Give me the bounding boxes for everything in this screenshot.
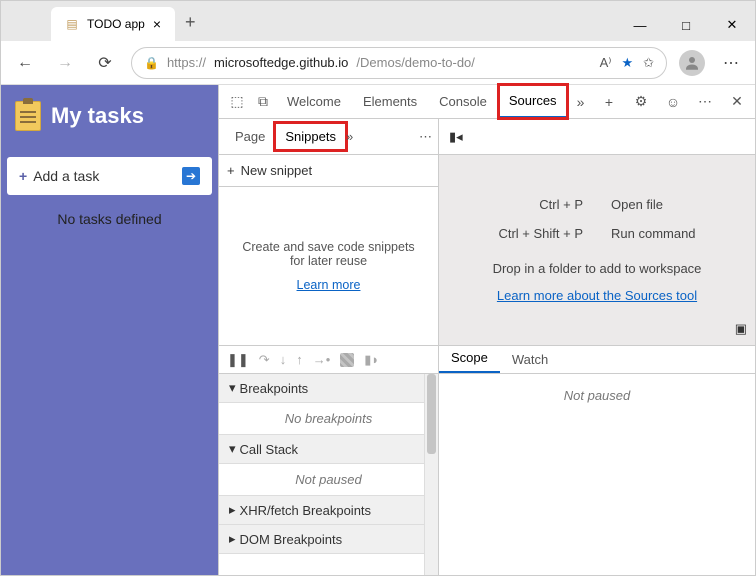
scope-not-paused: Not paused	[439, 374, 755, 575]
close-devtools-icon[interactable]: ✕	[725, 93, 749, 110]
learn-sources-link[interactable]: Learn more about the Sources tool	[497, 288, 697, 303]
tab-strip: ▤ TODO app × +	[1, 1, 206, 41]
back-button[interactable]: ←	[11, 49, 39, 77]
devtools-tabbar: ⬚ ⧉ Welcome Elements Console Sources » +…	[219, 85, 755, 119]
lbl-open-file: Open file	[611, 197, 696, 212]
app-pane: My tasks + Add a task ➔ No tasks defined	[1, 85, 218, 575]
refresh-button[interactable]: ⟳	[91, 49, 119, 77]
address-bar[interactable]: 🔒 https:// microsoftedge.github.io/Demos/…	[131, 47, 667, 79]
snippet-hint: Create and save code snippets for later …	[237, 240, 420, 268]
address-row: ← → ⟳ 🔒 https:// microsoftedge.github.io /…	[1, 41, 755, 85]
more-tabs-icon[interactable]: »	[569, 94, 593, 110]
debugger-toolbar: ❚❚ ↷ ↓ ↑ →• ▮◗	[219, 346, 438, 374]
debugger-right: Scope Watch Not paused	[439, 346, 755, 575]
sources-right-pane: ▮◂ Ctrl + P Open file Ctrl + Shift + P R…	[439, 119, 755, 345]
scope-tabs: Scope Watch	[439, 346, 755, 374]
settings-icon[interactable]: ⚙	[629, 93, 653, 110]
inspect-icon[interactable]: ⬚	[225, 93, 249, 110]
learn-more-link[interactable]: Learn more	[297, 278, 361, 292]
debugger-panel: ❚❚ ↷ ↓ ↑ →• ▮◗ ▾ Breakpoints No breakpoi…	[219, 345, 755, 575]
tab-console[interactable]: Console	[429, 86, 497, 117]
read-aloud-icon[interactable]: A⁾	[600, 55, 612, 71]
tab-watch[interactable]: Watch	[500, 346, 560, 373]
pause-exceptions-icon[interactable]: ▮◗	[364, 352, 379, 368]
debugger-left: ❚❚ ↷ ↓ ↑ →• ▮◗ ▾ Breakpoints No breakpoi…	[219, 346, 439, 575]
sources-left-pane: Page Snippets » ⋯ + New snippet Create a…	[219, 119, 439, 345]
deactivate-bp-icon[interactable]	[340, 353, 354, 367]
tab-snippets[interactable]: Snippets	[275, 123, 346, 150]
step-over-icon[interactable]: ↷	[259, 352, 270, 368]
no-breakpoints-label: No breakpoints	[219, 403, 438, 435]
address-icons: A⁾ ★ ✩	[600, 55, 654, 71]
not-paused-label: Not paused	[219, 464, 438, 496]
maximize-button[interactable]: □	[663, 9, 709, 41]
url-host: microsoftedge.github.io	[214, 55, 348, 70]
drop-hint: Drop in a folder to add to workspace	[493, 261, 702, 276]
shortcut-grid: Ctrl + P Open file Ctrl + Shift + P Run …	[498, 197, 695, 241]
kbd-open-file: Ctrl + P	[498, 197, 583, 212]
submit-arrow-icon[interactable]: ➔	[182, 167, 200, 185]
new-tab-button[interactable]: +	[175, 4, 206, 41]
step-icon[interactable]: →•	[313, 352, 331, 367]
collections-icon[interactable]: ✩	[643, 55, 654, 71]
lock-icon: 🔒	[144, 56, 159, 70]
screenshot-icon[interactable]: ▣	[735, 321, 747, 337]
more-menu-button[interactable]: ⋯	[717, 49, 745, 77]
more-left-tabs-icon[interactable]: »	[346, 129, 353, 144]
step-into-icon[interactable]: ↓	[280, 352, 287, 367]
add-task-label: Add a task	[33, 168, 99, 184]
lbl-run-command: Run command	[611, 226, 696, 241]
page-icon: ▤	[65, 17, 79, 31]
toggle-sidebar-icon[interactable]: ▮◂	[449, 129, 463, 145]
tab-elements[interactable]: Elements	[353, 86, 427, 117]
breakpoints-header[interactable]: ▾ Breakpoints	[219, 374, 438, 403]
pause-icon[interactable]: ❚❚	[227, 352, 249, 368]
no-tasks-label: No tasks defined	[7, 211, 212, 227]
scrollbar-thumb[interactable]	[427, 374, 436, 454]
right-top-bar: ▮◂	[439, 119, 755, 155]
dom-bp-header[interactable]: ▸ DOM Breakpoints	[219, 525, 438, 554]
device-toggle-icon[interactable]: ⧉	[251, 93, 275, 110]
new-snippet-button[interactable]: + New snippet	[219, 155, 438, 187]
snippet-hint-area: Create and save code snippets for later …	[219, 187, 438, 345]
app-body: + Add a task ➔ No tasks defined	[1, 147, 218, 575]
minimize-button[interactable]: —	[617, 9, 663, 41]
xhr-bp-header[interactable]: ▸ XHR/fetch Breakpoints	[219, 496, 438, 525]
devtools: ⬚ ⧉ Welcome Elements Console Sources » +…	[218, 85, 755, 575]
tab-welcome[interactable]: Welcome	[277, 86, 351, 117]
new-snippet-label: New snippet	[241, 163, 313, 178]
url-scheme: https://	[167, 55, 206, 70]
tab-page[interactable]: Page	[225, 123, 275, 150]
tab-title: TODO app	[87, 17, 145, 31]
left-kebab-icon[interactable]: ⋯	[419, 129, 432, 145]
clipboard-icon	[15, 101, 41, 131]
editor-placeholder: Ctrl + P Open file Ctrl + Shift + P Run …	[439, 155, 755, 345]
devtools-body: Page Snippets » ⋯ + New snippet Create a…	[219, 119, 755, 345]
step-out-icon[interactable]: ↑	[296, 352, 303, 367]
new-tab-icon[interactable]: +	[597, 94, 621, 110]
kebab-icon[interactable]: ⋯	[693, 93, 717, 110]
app-header: My tasks	[1, 85, 218, 147]
feedback-icon[interactable]: ☺	[661, 94, 685, 110]
forward-button[interactable]: →	[51, 49, 79, 77]
title-bar: ▤ TODO app × + — □ ✕	[1, 1, 755, 41]
callstack-header[interactable]: ▾ Call Stack	[219, 435, 438, 464]
add-task-input[interactable]: + Add a task ➔	[7, 157, 212, 195]
close-window-button[interactable]: ✕	[709, 9, 755, 41]
left-tabs: Page Snippets » ⋯	[219, 119, 438, 155]
plus-icon: +	[227, 163, 235, 178]
kbd-run-command: Ctrl + Shift + P	[498, 226, 583, 241]
scrollbar[interactable]	[424, 374, 438, 575]
plus-icon: +	[19, 168, 27, 184]
url-path: /Demos/demo-to-do/	[356, 55, 475, 70]
tab-scope[interactable]: Scope	[439, 344, 500, 373]
browser-tab[interactable]: ▤ TODO app ×	[51, 7, 175, 41]
tab-sources[interactable]: Sources	[499, 85, 567, 118]
close-tab-icon[interactable]: ×	[153, 16, 161, 32]
app-title: My tasks	[51, 103, 144, 129]
window-controls: — □ ✕	[617, 9, 755, 41]
content: My tasks + Add a task ➔ No tasks defined…	[1, 85, 755, 575]
favorite-icon[interactable]: ★	[621, 55, 633, 71]
profile-avatar[interactable]	[679, 50, 705, 76]
